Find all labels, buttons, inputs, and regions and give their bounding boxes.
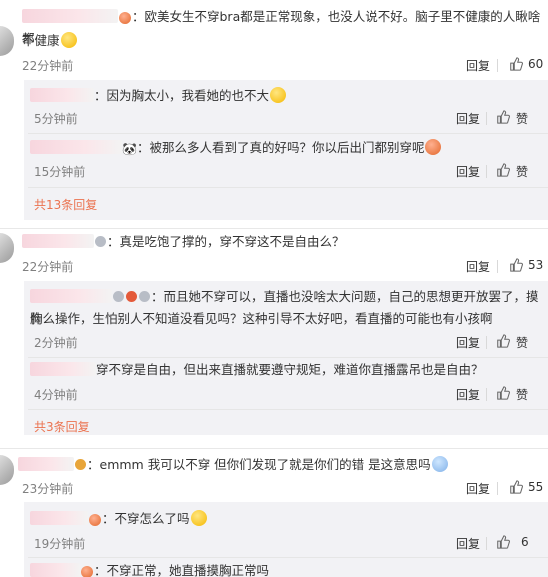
- reply-line: 穿不穿是自由，但出来直播就要遵守规矩，难道你直播露吊也是自由？: [96, 362, 484, 377]
- laugh-emoji-icon: [270, 87, 287, 103]
- thumb-up-icon[interactable]: [509, 480, 523, 494]
- reply-text: ：因为胸太小，我看她的也不大: [30, 85, 540, 107]
- like-label[interactable]: 赞: [516, 386, 528, 403]
- username-blurred[interactable]: [30, 140, 122, 154]
- comment-divider: [0, 228, 548, 229]
- divider: [497, 59, 498, 72]
- divider: [486, 537, 487, 550]
- divider: [486, 388, 487, 401]
- like-count: 55: [528, 480, 544, 494]
- username-blurred[interactable]: [30, 289, 112, 303]
- reply-text-line2: 什么操作，生怕别人不知道没看见吗？这种引导不太好吧，看直播的可能也有小孩啊: [30, 308, 544, 330]
- username-blurred[interactable]: [22, 234, 94, 248]
- username-blurred[interactable]: [30, 563, 80, 577]
- reply-text: ：不穿怎么了吗: [30, 508, 540, 530]
- reply-time: 19分钟前: [34, 537, 86, 551]
- reply-line: ：因为胸太小，我看她的也不大: [94, 88, 270, 103]
- thumb-up-icon[interactable]: [496, 386, 510, 400]
- reply-time: 4分钟前: [34, 388, 78, 402]
- shocked-emoji-icon: [190, 510, 207, 526]
- comment-text: ：真是吃饱了撑的，穿不穿这不是自由么？: [22, 231, 542, 253]
- comment-line: 不健康: [22, 33, 60, 48]
- divider: [486, 336, 487, 349]
- reply-divider: [28, 557, 548, 558]
- username-blurred[interactable]: [30, 362, 96, 376]
- reply-text: 🐼：被那么多人看到了真的好吗？你以后出门都别穿呢: [30, 137, 540, 160]
- member-badge-icon: [75, 459, 86, 470]
- reply-button[interactable]: 回复: [466, 57, 490, 74]
- comment-time: 23分钟前: [22, 482, 74, 496]
- comment-time: 22分钟前: [22, 260, 74, 274]
- reply-time: 15分钟前: [34, 165, 86, 179]
- like-label[interactable]: 赞: [516, 163, 528, 180]
- thumb-up-icon[interactable]: [509, 258, 523, 272]
- reply-line: ：不穿正常，她直播摸胸正常吗: [94, 563, 270, 577]
- reply-button[interactable]: 回复: [456, 163, 480, 180]
- member-badge-icon: [95, 236, 106, 247]
- reply-button[interactable]: 回复: [456, 386, 480, 403]
- comment-divider: [0, 448, 548, 449]
- avatar[interactable]: [0, 233, 14, 263]
- reply-divider: [28, 187, 548, 188]
- reply-divider: [28, 357, 548, 358]
- reply-text: ：不穿正常，她直播摸胸正常吗: [30, 560, 540, 577]
- emoji-icon: [81, 566, 93, 577]
- like-count: 6: [521, 535, 529, 549]
- comment-line: ：emmm 我可以不穿 但你们发现了就是你们的错 是这意思吗: [87, 457, 431, 472]
- comment-line: ：真是吃饱了撑的，穿不穿这不是自由么？: [107, 234, 345, 249]
- emoji-icon: [119, 12, 131, 24]
- reply-line: 什么操作，生怕别人不知道没看见吗？这种引导不太好吧，看直播的可能也有小孩啊: [30, 311, 493, 326]
- divider: [486, 165, 487, 178]
- comment-time: 22分钟前: [22, 59, 74, 73]
- thumb-up-icon[interactable]: [496, 334, 510, 348]
- panda-icon: 🐼: [122, 142, 137, 156]
- member-badge-icon: [113, 291, 124, 302]
- like-count: 53: [528, 258, 544, 272]
- smile-emoji-icon: [60, 32, 77, 48]
- divider: [497, 482, 498, 495]
- thumb-up-icon[interactable]: [496, 535, 510, 549]
- username-blurred[interactable]: [22, 9, 118, 23]
- reply-time: 5分钟前: [34, 112, 78, 126]
- emoji-icon: [431, 456, 448, 472]
- reply-time: 2分钟前: [34, 336, 78, 350]
- username-blurred[interactable]: [18, 457, 74, 471]
- like-label[interactable]: 赞: [516, 110, 528, 127]
- reply-button[interactable]: 回复: [466, 258, 490, 275]
- emoji-icon: [89, 514, 101, 526]
- reply-button[interactable]: 回复: [466, 480, 490, 497]
- comment-text: ：欧美女生不穿bra都是正常现象，也没人说不好。脑子里不健康的人瞅啥都: [22, 6, 546, 50]
- avatar[interactable]: [0, 455, 14, 485]
- comment-text: ：emmm 我可以不穿 但你们发现了就是你们的错 是这意思吗: [18, 454, 544, 476]
- thumb-up-icon[interactable]: [509, 57, 523, 71]
- reply-line: ：不穿怎么了吗: [102, 511, 190, 526]
- reply-divider: [28, 409, 548, 410]
- more-replies-link[interactable]: 共3条回复: [34, 418, 90, 435]
- laugh-emoji-icon: [425, 139, 442, 155]
- member-badge-icon: [126, 291, 137, 302]
- reply-line: ：被那么多人看到了真的好吗？你以后出门都别穿呢: [136, 140, 425, 155]
- reply-button[interactable]: 回复: [456, 110, 480, 127]
- reply-text: 穿不穿是自由，但出来直播就要遵守规矩，难道你直播露吊也是自由？: [30, 359, 544, 381]
- divider: [486, 112, 487, 125]
- thumb-up-icon[interactable]: [496, 110, 510, 124]
- avatar[interactable]: [0, 26, 14, 56]
- member-badge-icon: [139, 291, 150, 302]
- reply-button[interactable]: 回复: [456, 334, 480, 351]
- reply-divider: [28, 133, 548, 134]
- username-blurred[interactable]: [30, 511, 88, 525]
- divider: [497, 260, 498, 273]
- username-blurred[interactable]: [30, 88, 94, 102]
- comment-text-line2: 不健康: [22, 30, 78, 52]
- more-replies-link[interactable]: 共13条回复: [34, 196, 97, 213]
- like-count: 60: [528, 57, 544, 71]
- like-label[interactable]: 赞: [516, 334, 528, 351]
- reply-button[interactable]: 回复: [456, 535, 480, 552]
- thumb-up-icon[interactable]: [496, 163, 510, 177]
